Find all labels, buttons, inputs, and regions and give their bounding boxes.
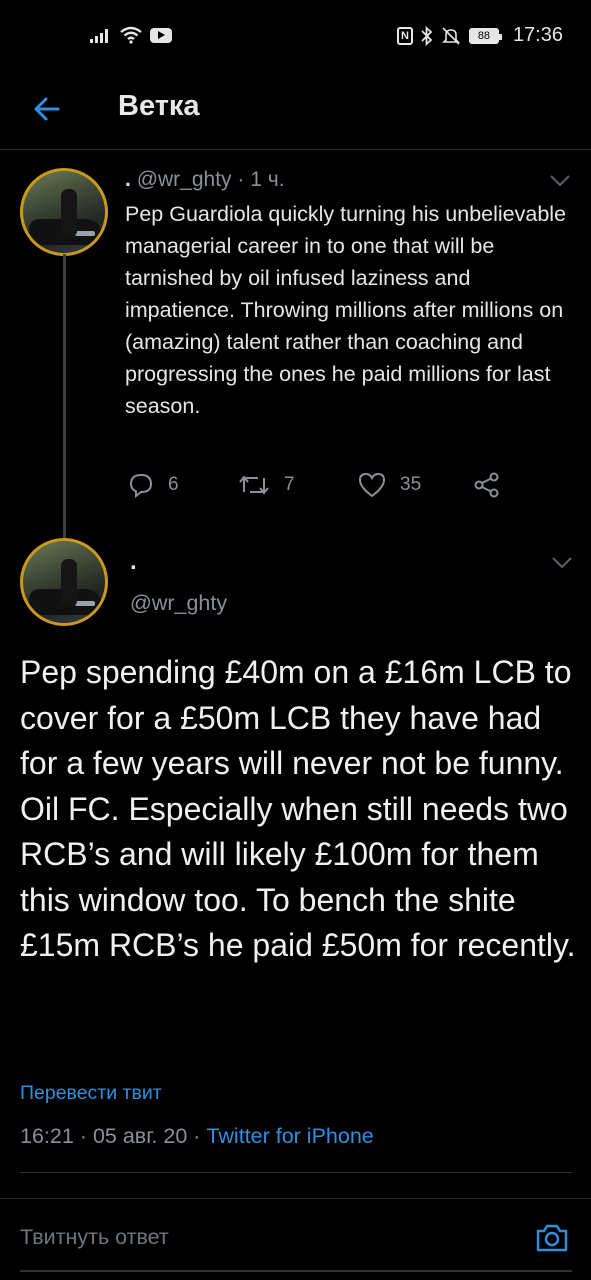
retweet-button[interactable]: 7 xyxy=(238,472,295,498)
reply-author[interactable]: . @wr_ghty · 1 ч. xyxy=(125,168,285,192)
like-button[interactable]: 35 xyxy=(358,472,421,498)
reply-separator: · xyxy=(237,168,245,191)
tweet-source-link[interactable]: Twitter for iPhone xyxy=(206,1124,373,1148)
like-icon xyxy=(358,472,386,498)
reply-age: 1 ч. xyxy=(250,168,285,191)
tweet-actions: 6 7 35 xyxy=(0,472,591,502)
like-count: 35 xyxy=(400,474,422,495)
youtube-icon xyxy=(150,27,172,43)
camera-icon[interactable] xyxy=(535,1221,569,1255)
nfc-icon: N xyxy=(396,26,413,45)
reply-button[interactable]: 6 xyxy=(128,472,179,498)
status-time: 17:36 xyxy=(512,24,563,46)
status-right-icons: N 88 17:36 xyxy=(396,24,563,47)
share-button[interactable] xyxy=(474,472,500,498)
reply-display-name: . xyxy=(125,168,131,191)
retweet-count: 7 xyxy=(284,474,295,495)
reply-bar: Твитнуть ответ xyxy=(0,1198,591,1274)
bluetooth-icon xyxy=(421,25,433,46)
reply-icon xyxy=(129,473,153,498)
reply-input[interactable]: Твитнуть ответ xyxy=(20,1225,500,1250)
thread-header: Ветка xyxy=(0,72,591,150)
back-arrow-icon[interactable] xyxy=(30,92,64,126)
meta-separator: · xyxy=(193,1124,201,1148)
chevron-down-icon[interactable] xyxy=(549,174,571,188)
status-left-icons xyxy=(90,26,172,44)
reply-handle: @wr_ghty xyxy=(136,168,232,191)
reply-count: 6 xyxy=(168,474,179,495)
avatar[interactable] xyxy=(20,168,108,256)
signal-icon xyxy=(90,29,108,43)
tweet-date: 05 авг. 20 xyxy=(92,1124,188,1148)
avatar[interactable] xyxy=(20,538,108,626)
tweet-meta: 16:21 · 05 авг. 20 · Twitter for iPhone xyxy=(20,1124,374,1149)
mute-icon xyxy=(442,26,460,45)
reply-tweet-text: Pep Guardiola quickly turning his unbeli… xyxy=(125,202,567,418)
main-display-name[interactable]: . xyxy=(130,548,137,576)
translate-tweet-link[interactable]: Перевести твит xyxy=(20,1082,162,1105)
page-title: Ветка xyxy=(118,90,200,122)
divider xyxy=(20,1172,572,1173)
wifi-icon xyxy=(120,26,142,44)
meta-separator: · xyxy=(79,1124,87,1148)
battery-icon: 88 xyxy=(468,27,502,44)
tweet-time: 16:21 xyxy=(20,1124,74,1148)
main-tweet-text: Pep spending £40m on a £16m LCB to cover… xyxy=(20,654,576,963)
status-bar: N 88 17:36 xyxy=(0,0,591,72)
retweet-icon xyxy=(239,475,269,495)
chevron-down-icon[interactable] xyxy=(551,556,573,570)
main-handle[interactable]: @wr_ghty xyxy=(130,591,227,616)
bottom-divider xyxy=(20,1270,572,1272)
share-icon xyxy=(474,472,499,498)
